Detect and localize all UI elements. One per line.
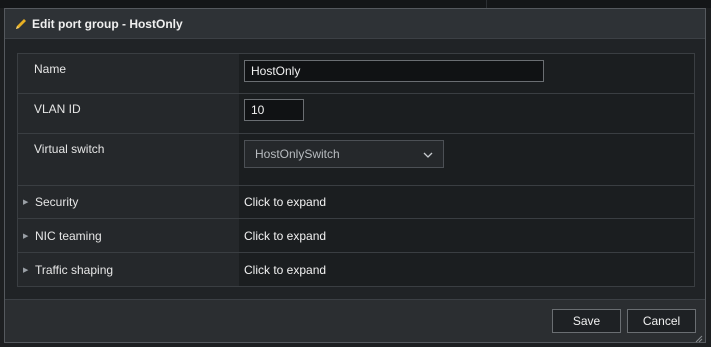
resize-grip-icon[interactable] — [695, 332, 703, 343]
edit-port-group-dialog: Edit port group - HostOnly Name HostOnly… — [4, 8, 706, 343]
save-button[interactable]: Save — [552, 309, 621, 333]
virtual-switch-label: Virtual switch — [18, 134, 239, 185]
expand-triangle-icon: ▶ — [23, 232, 29, 240]
expand-triangle-icon: ▶ — [23, 266, 29, 274]
name-label: Name — [18, 54, 239, 93]
security-expand-link[interactable]: Click to expand — [244, 186, 326, 218]
dialog-footer: Save Cancel — [5, 299, 705, 343]
vlan-row: VLAN ID 10 — [18, 94, 694, 134]
virtual-switch-row: Virtual switch HostOnlySwitch — [18, 134, 694, 186]
dialog-title: Edit port group - HostOnly — [32, 16, 183, 31]
security-label: Security — [35, 195, 79, 209]
port-group-settings-table: Name HostOnly VLAN ID 10 Virtual switch … — [17, 53, 695, 287]
name-input[interactable]: HostOnly — [244, 60, 544, 82]
nic-teaming-section-row[interactable]: ▶ NIC teaming Click to expand — [18, 219, 694, 253]
background-strip — [0, 0, 711, 8]
nic-teaming-label: NIC teaming — [35, 228, 102, 243]
dialog-titlebar: Edit port group - HostOnly — [5, 9, 705, 39]
security-section-row[interactable]: ▶ Security Click to expand — [18, 186, 694, 219]
name-row: Name HostOnly — [18, 54, 694, 94]
traffic-shaping-label: Traffic shaping — [35, 262, 114, 277]
background-divider — [486, 0, 487, 8]
virtual-switch-value: HostOnlySwitch — [255, 147, 340, 161]
traffic-shaping-expand-link[interactable]: Click to expand — [244, 253, 326, 286]
nic-teaming-expand-link[interactable]: Click to expand — [244, 219, 326, 252]
chevron-down-icon — [423, 147, 433, 161]
virtual-switch-select[interactable]: HostOnlySwitch — [244, 140, 444, 168]
traffic-shaping-section-row[interactable]: ▶ Traffic shaping Click to expand — [18, 253, 694, 286]
pencil-icon — [11, 14, 31, 34]
vlan-id-input[interactable]: 10 — [244, 99, 304, 121]
expand-triangle-icon: ▶ — [23, 199, 29, 206]
vlan-label: VLAN ID — [18, 94, 239, 133]
cancel-button[interactable]: Cancel — [627, 309, 696, 333]
dialog-body: Name HostOnly VLAN ID 10 Virtual switch … — [5, 39, 705, 301]
